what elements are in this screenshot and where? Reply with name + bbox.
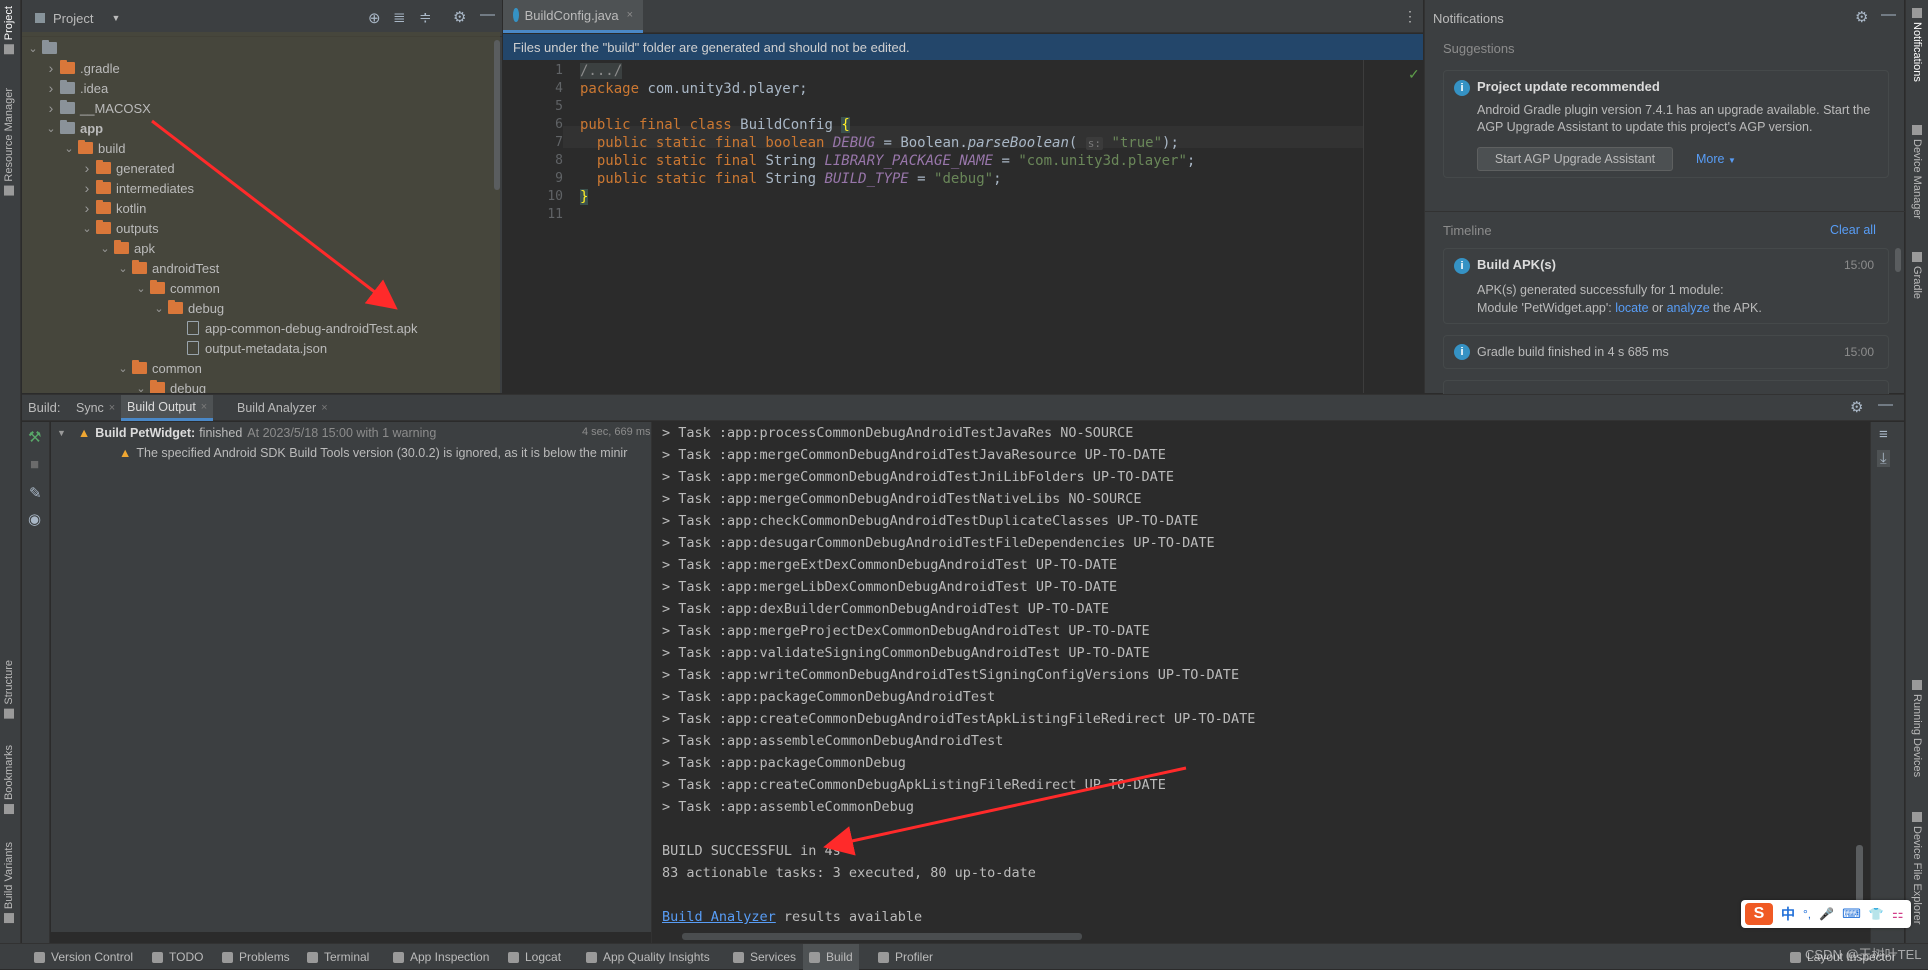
arrow-to-apk-file (151, 119, 398, 310)
arrow-to-build-successful (823, 766, 1187, 856)
annotation-arrows (151, 119, 1187, 856)
